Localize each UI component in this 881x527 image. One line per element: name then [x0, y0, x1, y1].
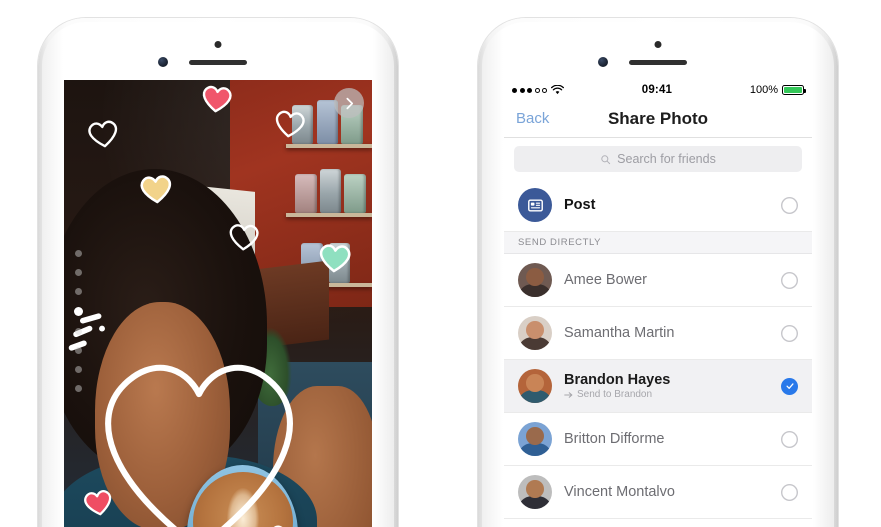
avatar — [518, 422, 552, 456]
chevron-right-icon — [345, 97, 353, 109]
heart-sticker-gold[interactable] — [265, 517, 303, 527]
heart-sticker-white-1[interactable] — [83, 112, 121, 150]
cellular-signal-icon — [512, 87, 547, 93]
battery-icon — [782, 85, 806, 95]
filter-dot-2[interactable] — [75, 288, 82, 295]
arrow-right-icon — [564, 391, 573, 398]
filter-dot-7[interactable] — [75, 385, 82, 392]
friend-name: Samantha Martin — [564, 325, 675, 341]
filter-dot-3[interactable] — [74, 307, 83, 316]
right-phone-screen: 09:41 100% Back Share Photo Search for f… — [504, 80, 812, 527]
friend-subtitle-text: Send to Brandon — [577, 389, 653, 400]
post-label-wrap: Post — [564, 197, 769, 213]
navigation-bar: Back Share Photo — [504, 100, 812, 138]
check-icon — [785, 383, 794, 389]
filter-dot-4[interactable] — [75, 328, 82, 335]
back-button[interactable]: Back — [516, 110, 549, 127]
list-item-friend[interactable]: Britton Difforme — [504, 413, 812, 466]
list-item-friend[interactable]: Amee Bower — [504, 254, 812, 307]
list-item-friend[interactable]: Brandon Hayes Send to Brandon — [504, 360, 812, 413]
friend-name: Vincent Montalvo — [564, 484, 675, 500]
friend-rows-container: Amee Bower Samantha Martin Brandon Hayes Se… — [504, 254, 812, 519]
next-button[interactable] — [334, 88, 364, 118]
section-header-send-directly: SEND DIRECTLY — [504, 232, 812, 254]
left-phone-screen — [64, 80, 372, 527]
avatar — [518, 316, 552, 350]
friend-radio[interactable] — [781, 272, 798, 289]
friend-radio[interactable] — [781, 484, 798, 501]
sticker-layer — [64, 80, 372, 527]
list-item-friend[interactable]: Samantha Martin — [504, 307, 812, 360]
avatar — [518, 263, 552, 297]
heart-sticker-white-2[interactable] — [271, 103, 309, 141]
friend-radio-checked[interactable] — [781, 377, 798, 395]
news-feed-icon — [518, 188, 552, 222]
iphone-right-body: 09:41 100% Back Share Photo Search for f… — [482, 22, 834, 527]
proximity-sensor-icon — [654, 41, 662, 48]
friend-label-wrap: Vincent Montalvo — [564, 484, 769, 500]
front-camera-icon — [598, 57, 608, 67]
heart-sticker-red[interactable] — [80, 483, 117, 520]
friend-subtitle: Send to Brandon — [564, 389, 769, 400]
filter-dot-0[interactable] — [75, 250, 82, 257]
filter-dot-6[interactable] — [75, 366, 82, 373]
friend-name: Amee Bower — [564, 272, 648, 288]
proximity-sensor-icon — [214, 41, 222, 48]
photo-preview — [64, 80, 372, 527]
friend-label-wrap: Amee Bower — [564, 272, 769, 288]
friend-radio[interactable] — [781, 325, 798, 342]
heart-sticker-white-3[interactable] — [226, 217, 262, 253]
friend-name: Britton Difforme — [564, 431, 665, 447]
front-camera-icon — [158, 57, 168, 67]
status-bar-right: 100% — [749, 84, 806, 96]
earpiece-speaker — [629, 60, 687, 65]
filter-dot-5[interactable] — [75, 347, 82, 354]
wifi-icon — [551, 85, 564, 95]
search-area: Search for friends — [504, 138, 812, 179]
share-target-list[interactable]: Post SEND DIRECTLY Amee Bower Samantha Ma… — [504, 179, 812, 527]
avatar — [518, 475, 552, 509]
filter-dot-tray[interactable] — [74, 250, 83, 392]
search-input[interactable]: Search for friends — [514, 146, 802, 172]
heart-sticker-yellow[interactable] — [136, 167, 175, 206]
avatar — [518, 369, 552, 403]
friend-name: Brandon Hayes — [564, 372, 671, 388]
earpiece-speaker — [189, 60, 247, 65]
heart-sticker-pink[interactable] — [198, 80, 235, 116]
list-item-friend[interactable]: Vincent Montalvo — [504, 466, 812, 519]
share-photo-app: 09:41 100% Back Share Photo Search for f… — [504, 80, 812, 527]
iphone-left-device — [38, 18, 398, 527]
iphone-right-device: 09:41 100% Back Share Photo Search for f… — [478, 18, 838, 527]
post-label: Post — [564, 197, 596, 213]
post-radio[interactable] — [781, 197, 798, 214]
friend-radio[interactable] — [781, 431, 798, 448]
page-title: Share Photo — [607, 108, 709, 128]
filter-dot-1[interactable] — [75, 269, 82, 276]
list-item-post[interactable]: Post — [504, 179, 812, 232]
screenshot-stage: 09:41 100% Back Share Photo Search for f… — [0, 0, 881, 527]
search-icon — [601, 154, 611, 164]
status-bar: 09:41 100% — [504, 80, 812, 100]
status-bar-left — [512, 85, 564, 95]
friend-label-wrap: Brandon Hayes Send to Brandon — [564, 372, 769, 400]
iphone-left-body — [42, 22, 394, 527]
status-bar-clock: 09:41 — [641, 84, 673, 96]
friend-label-wrap: Britton Difforme — [564, 431, 769, 447]
heart-sticker-mint[interactable] — [315, 237, 353, 275]
search-placeholder: Search for friends — [617, 152, 716, 166]
battery-percent-label: 100% — [749, 84, 778, 96]
friend-label-wrap: Samantha Martin — [564, 325, 769, 341]
